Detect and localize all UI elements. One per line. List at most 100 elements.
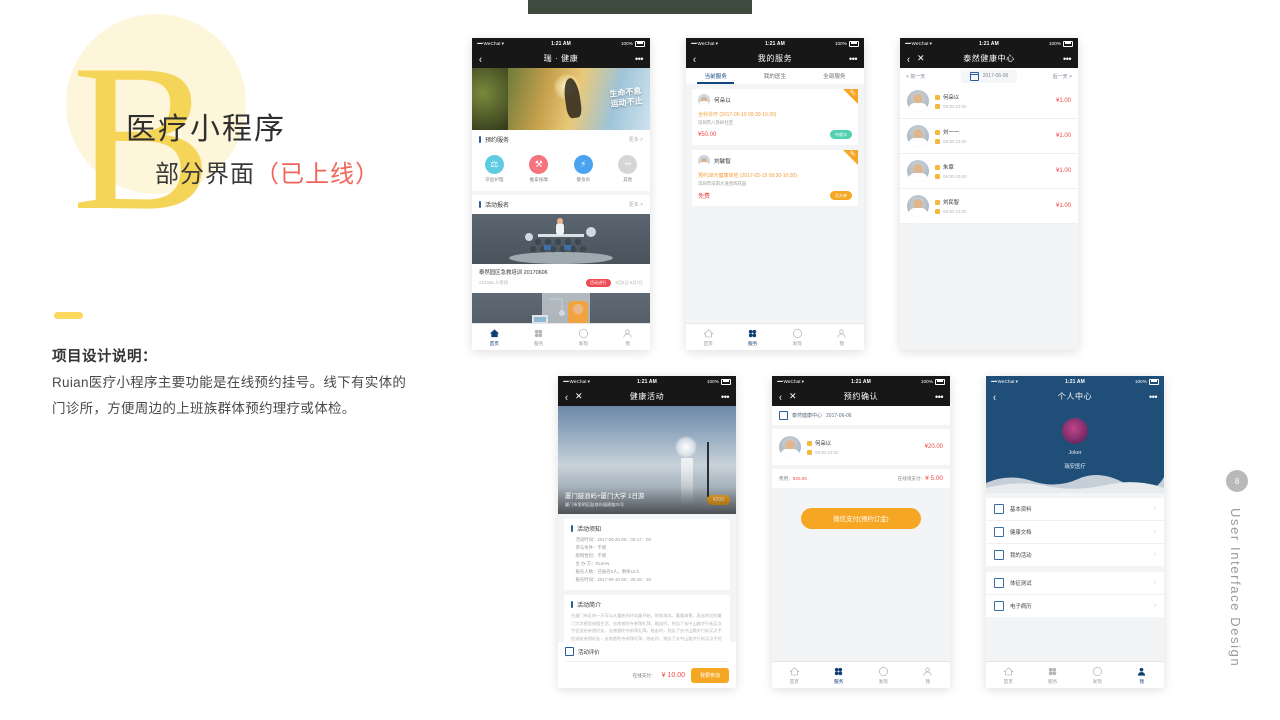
service-item-dental[interactable]: ⚖ 牙齿护理 bbox=[472, 155, 517, 183]
service-item-massage[interactable]: ⚒ 推拿按摩 bbox=[517, 155, 562, 183]
ribbon-label: 预约 bbox=[848, 89, 857, 97]
carrier-label: WeChat bbox=[997, 379, 1015, 384]
tab-home[interactable]: 首页 bbox=[986, 666, 1031, 685]
more-icon[interactable]: ••• bbox=[635, 54, 643, 64]
menu-item-my-activities[interactable]: 我的活动 › bbox=[986, 544, 1164, 566]
activity-hero-image[interactable]: ¥200 厦门鼓浪屿+厦门大学 1日游 厦门市思明区鼓浪屿福建路31号 bbox=[558, 406, 736, 514]
battery-icon bbox=[721, 378, 731, 385]
review-label[interactable]: 活动评价 bbox=[578, 648, 600, 656]
service-card[interactable]: 预约 何朵以 全科诊疗 (2017-05-19 09:30-10:30) 深圳市… bbox=[692, 89, 858, 145]
section-marker bbox=[571, 525, 573, 532]
close-icon[interactable]: ✕ bbox=[789, 391, 797, 402]
more-icon[interactable]: ••• bbox=[1149, 392, 1157, 402]
hero-caption: 厦门鼓浪屿+厦门大学 1日游 厦门市思明区鼓浪屿福建路31号 bbox=[558, 487, 736, 514]
service-description: 全科诊疗 (2017-05-19 09:30-10:30) bbox=[698, 112, 777, 118]
nav-bar: ‹ ✕ 健康活动 ••• bbox=[558, 387, 736, 406]
tab-services[interactable]: 服务 bbox=[1031, 666, 1076, 685]
tab-services[interactable]: 服务 bbox=[517, 328, 562, 347]
booking-card: 何朵以 09:30-10:00 ¥20.00 bbox=[772, 429, 950, 465]
phone-mockup-activity-detail: •••••WeChat▾ 1:21 AM 100% ‹ ✕ 健康活动 ••• ¥… bbox=[558, 376, 736, 688]
back-icon[interactable]: ‹ bbox=[779, 390, 782, 403]
back-icon[interactable]: ‹ bbox=[565, 390, 568, 403]
service-card[interactable]: 预约 刘敏智 预约38元健康体检 (2017-05-19 09:30-10:30… bbox=[692, 150, 858, 206]
tab-services[interactable]: 服务 bbox=[817, 666, 862, 685]
close-icon[interactable]: ✕ bbox=[575, 391, 583, 402]
tab-profile[interactable]: 我 bbox=[820, 328, 865, 347]
section-more-link[interactable]: 更多 > bbox=[629, 201, 643, 208]
next-day-button[interactable]: 后一天 > bbox=[1053, 73, 1072, 80]
more-icon[interactable]: ••• bbox=[849, 54, 857, 64]
home-icon bbox=[789, 666, 800, 675]
grid-icon bbox=[835, 667, 843, 675]
tab-home[interactable]: 首页 bbox=[772, 666, 817, 685]
back-icon[interactable]: ‹ bbox=[907, 52, 910, 65]
rail-label: User Interface Design bbox=[1228, 508, 1243, 668]
review-icon bbox=[565, 647, 574, 656]
status-bar: ••••• WeChat ▾ 1:21 AM 100% bbox=[558, 376, 736, 387]
tab-all-services[interactable]: 全部服务 bbox=[805, 72, 864, 80]
tab-discover[interactable]: 发现 bbox=[861, 666, 906, 685]
activity-image[interactable] bbox=[472, 214, 650, 264]
home-icon bbox=[1003, 666, 1014, 675]
back-icon[interactable]: ‹ bbox=[693, 52, 696, 65]
doctor-row[interactable]: 刘民智 09:30-10:00 ¥1.00 bbox=[900, 189, 1078, 224]
description-body: Ruian医疗小程序主要功能是在线预约挂号。线下有实体的门诊所，方便周边的上班族… bbox=[52, 375, 407, 416]
tab-services[interactable]: 服务 bbox=[731, 328, 776, 347]
activity-title: 厦门鼓浪屿+厦门大学 1日游 bbox=[565, 493, 645, 500]
tab-discover[interactable]: 发现 bbox=[1075, 666, 1120, 685]
close-icon[interactable]: ✕ bbox=[917, 53, 925, 64]
tab-home[interactable]: 首页 bbox=[686, 328, 731, 347]
sun-icon bbox=[674, 436, 697, 458]
signal-dots-icon: ••••• bbox=[477, 41, 483, 46]
fee-amount: ¥20.00 bbox=[792, 475, 807, 481]
tab-profile[interactable]: 我 bbox=[606, 328, 651, 347]
tab-profile[interactable]: 我 bbox=[906, 666, 951, 685]
status-bar: ••••• WeChat ▾ 1:21 AM 100% bbox=[686, 38, 864, 49]
hero-banner[interactable]: 生命不息 运动不止 bbox=[472, 68, 650, 130]
more-icon[interactable]: ••• bbox=[935, 392, 943, 402]
home-icon bbox=[703, 328, 714, 337]
tab-my-doctors[interactable]: 我的医生 bbox=[745, 72, 804, 80]
doctor-name: 朱章 bbox=[943, 165, 954, 171]
section-label: 活动须知 bbox=[577, 527, 602, 533]
phone-mockup-doctor-list: ••••• WeChat ▾ 1:21 AM 100% ‹ ✕ 泰然健康中心 •••… bbox=[900, 38, 1078, 350]
subtitle-note: （已上线） bbox=[255, 162, 380, 188]
booking-price: ¥20.00 bbox=[924, 444, 943, 450]
section-more-link[interactable]: 更多 > bbox=[629, 136, 643, 143]
menu-group-secondary: 体征测试 › 电子病历 › bbox=[986, 572, 1164, 617]
prev-day-button[interactable]: < 前一天 bbox=[906, 73, 925, 80]
tab-label: 发现 bbox=[1092, 678, 1102, 684]
battery-percent: 100% bbox=[620, 41, 633, 46]
activity-title: 泰然园区急救培训 20170606 bbox=[479, 270, 548, 276]
date-picker[interactable]: 2017-06-06 bbox=[960, 69, 1018, 83]
doctor-row[interactable]: 刘一一 09:30-10:00 ¥1.00 bbox=[900, 119, 1078, 154]
doctor-row[interactable]: 何朵以 09:30-10:00 ¥1.00 bbox=[900, 84, 1078, 119]
doctor-row[interactable]: 朱章 09:30-10:00 ¥1.00 bbox=[900, 154, 1078, 189]
menu-item-health-docs[interactable]: 健康文档 › bbox=[986, 521, 1164, 544]
summary-row: 费用：¥20.00 在线请支付：¥ 5.00 bbox=[772, 469, 950, 488]
service-item-gym[interactable]: ⚡ 健身房 bbox=[561, 155, 606, 183]
service-item-other[interactable]: ••• 其他 bbox=[606, 155, 651, 183]
join-button[interactable]: 我要参加 bbox=[690, 668, 729, 683]
subtitle-main: 部分界面 bbox=[155, 162, 255, 188]
tab-current-services[interactable]: 当前服务 bbox=[686, 72, 745, 80]
avatar[interactable] bbox=[1062, 418, 1088, 444]
wechat-pay-button[interactable]: 微信支付(预约订金) bbox=[801, 508, 921, 529]
notice-list: 活动时间：2017-06-20 09：00-17：00 参与条件：不限 限制性别… bbox=[571, 536, 723, 584]
section-header-intro: 活动简介 bbox=[571, 600, 723, 609]
tab-profile[interactable]: 我 bbox=[1120, 666, 1165, 685]
back-icon[interactable]: ‹ bbox=[479, 52, 482, 65]
service-address: 深圳市深南大道金辉花园 bbox=[698, 181, 747, 186]
more-icon[interactable]: ••• bbox=[721, 392, 729, 402]
menu-label: 我的活动 bbox=[1010, 553, 1032, 559]
more-icon[interactable]: ••• bbox=[1063, 54, 1071, 64]
calendar-icon bbox=[969, 71, 979, 81]
menu-item-medical-record[interactable]: 电子病历 › bbox=[986, 595, 1164, 617]
menu-item-basic-info[interactable]: 基本资料 › bbox=[986, 498, 1164, 521]
tab-home[interactable]: 首页 bbox=[472, 328, 517, 347]
tab-discover[interactable]: 发现 bbox=[775, 328, 820, 347]
back-icon[interactable]: ‹ bbox=[993, 390, 996, 403]
avatar bbox=[907, 90, 929, 112]
menu-item-vitals-test[interactable]: 体征测试 › bbox=[986, 572, 1164, 595]
tab-discover[interactable]: 发现 bbox=[561, 328, 606, 347]
